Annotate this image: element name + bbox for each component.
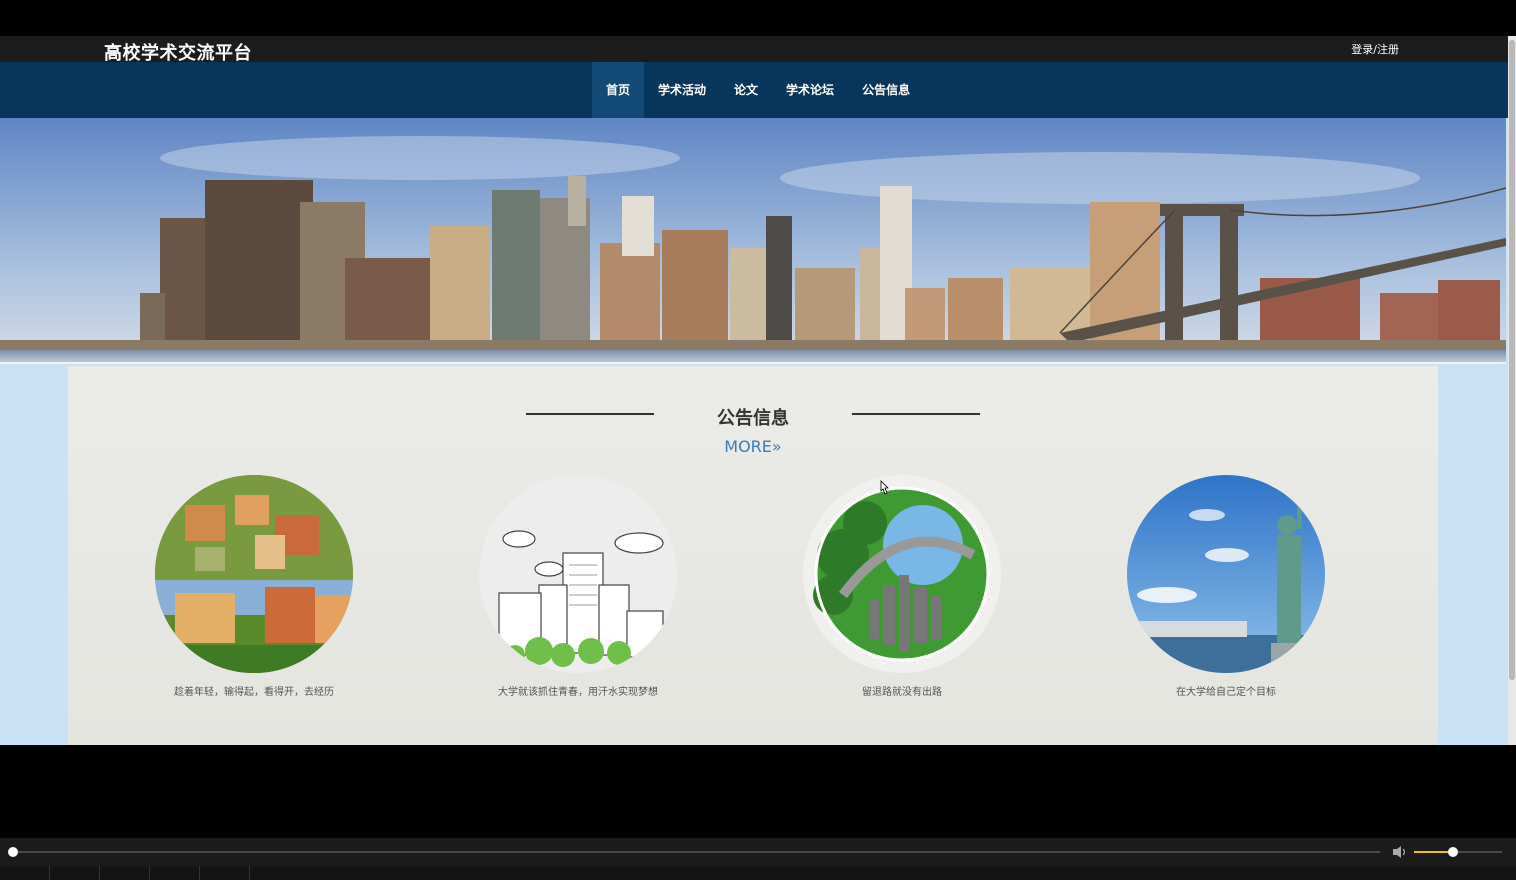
nav-item-announcements[interactable]: 公告信息 (848, 62, 924, 118)
taskbar (0, 866, 1516, 880)
top-header-bar: 高校学术交流平台 登录/注册 (0, 36, 1508, 64)
card-caption: 在大学给自己定个目标 (1176, 687, 1276, 698)
taskbar-slot[interactable] (50, 866, 100, 880)
video-letterbox (0, 745, 1516, 838)
mouse-cursor-icon (880, 480, 889, 495)
announcement-card-1[interactable]: 趁着年轻，输得起，看得开，去经历 (154, 475, 354, 698)
nav-item-academic-activities[interactable]: 学术活动 (644, 62, 720, 118)
taskbar-slot[interactable] (100, 866, 150, 880)
taskbar-slot[interactable] (0, 866, 50, 880)
progress-bar[interactable] (14, 851, 1380, 853)
announcement-card-2[interactable]: 大学就该抓住青春，用汗水实现梦想 (478, 475, 678, 698)
nav-menu: 首页 学术活动 论文 学术论坛 公告信息 (592, 62, 924, 118)
volume-slider[interactable] (1414, 851, 1502, 853)
green-planet-city-image[interactable] (803, 475, 1001, 673)
nav-item-academic-forum[interactable]: 学术论坛 (772, 62, 848, 118)
skyline-banner-image (0, 118, 1506, 364)
taskbar-slot[interactable] (150, 866, 200, 880)
city-skyline-banner (0, 118, 1506, 364)
announcement-card-4[interactable]: 在大学给自己定个目标 (1126, 475, 1326, 698)
card-caption: 大学就该抓住青春，用汗水实现梦想 (498, 687, 658, 698)
screen-top-bar (0, 0, 1516, 36)
scrollbar-thumb[interactable] (1509, 40, 1515, 680)
main-navbar: 首页 学术活动 论文 学术论坛 公告信息 (0, 62, 1508, 118)
section-title: 公告信息 (717, 408, 789, 429)
statue-of-liberty-image[interactable] (1127, 475, 1325, 673)
volume-icon[interactable] (1391, 844, 1409, 860)
nav-item-home[interactable]: 首页 (592, 62, 645, 118)
volume-knob[interactable] (1448, 847, 1458, 857)
login-register-link[interactable]: 登录/注册 (1351, 41, 1399, 57)
more-link[interactable]: MORE» (68, 437, 1438, 456)
campus-buildings-image[interactable] (155, 475, 353, 673)
announcement-section: 公告信息 MORE» 趁着年轻，输得起，看得开，去经历 大学就该抓住青春，用汗水… (68, 366, 1438, 745)
card-caption: 留退路就没有出路 (862, 687, 942, 698)
card-caption: 趁着年轻，输得起，看得开，去经历 (174, 687, 334, 698)
progress-knob[interactable] (8, 847, 18, 857)
nav-item-papers[interactable]: 论文 (720, 62, 772, 118)
video-player-controls (0, 838, 1516, 866)
announcement-card-3[interactable]: 留退路就没有出路 (802, 475, 1002, 698)
city-sketch-image[interactable] (479, 475, 677, 673)
web-page: 高校学术交流平台 登录/注册 首页 学术活动 论文 学术论坛 公告信息 公告信息… (0, 36, 1508, 745)
taskbar-slot[interactable] (200, 866, 250, 880)
